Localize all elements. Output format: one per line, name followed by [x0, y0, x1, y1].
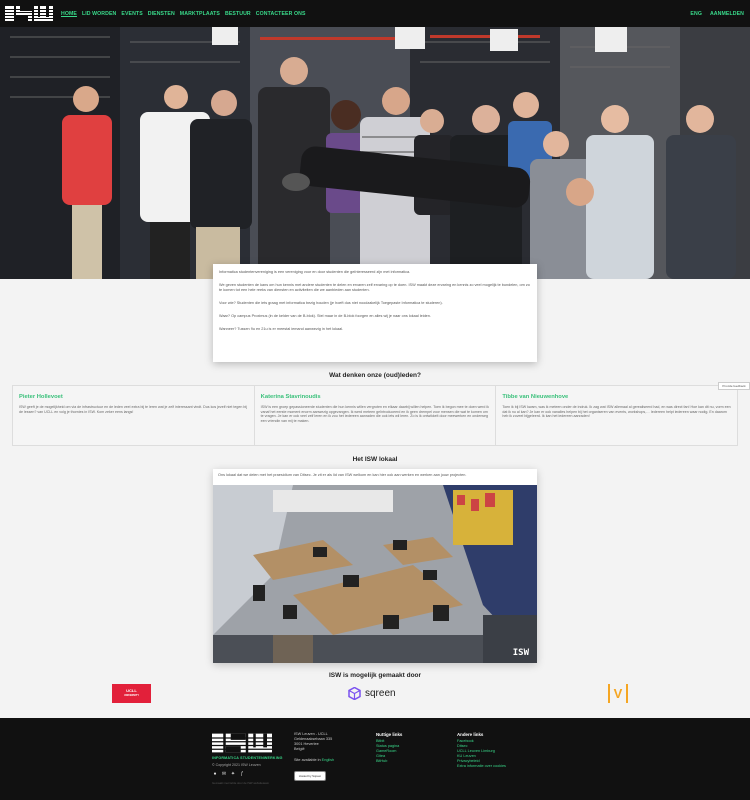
- nav-lid-worden[interactable]: LID WORDEN: [82, 11, 116, 17]
- intro-paragraph-3: Voor wie? Studenten die iets graag met i…: [219, 301, 443, 305]
- navbar: HOME LID WORDEN EVENTS DIENSTEN MARKTPLA…: [0, 0, 750, 27]
- lokaal-description: Ons lokaal dat we delen met het praesidi…: [218, 473, 467, 477]
- nav-diensten[interactable]: DIENSTEN: [148, 11, 175, 17]
- isw-logo-graphic: [5, 6, 53, 21]
- testimonial-text: Toen ik bij ISW kwam, was ik meteen onde…: [502, 405, 731, 419]
- footer-isw-logo[interactable]: [212, 732, 272, 759]
- andere-links-title: Andere links: [457, 732, 484, 737]
- nav-contacteer-ons[interactable]: CONTACTEER ONS: [256, 11, 306, 17]
- sponsors-title: ISW is mogelijk gemaakt door: [328, 672, 422, 679]
- isw-logo[interactable]: [5, 5, 55, 23]
- language-switch[interactable]: ENG: [690, 11, 702, 17]
- footer-copyright: © Copyright 2021 ISW Leuven: [212, 763, 261, 767]
- nav-right: ENG AANMELDEN: [690, 11, 744, 17]
- english-link[interactable]: English: [322, 758, 334, 762]
- github-icon[interactable]: ●: [212, 771, 218, 777]
- lokaal-room-illustration: [213, 485, 537, 663]
- sqreen-cube-icon: [348, 686, 361, 700]
- lokaal-card: Ons lokaal dat we delen met het praesidi…: [213, 469, 537, 663]
- intro-card: Informatica studentenvereniging is een v…: [213, 264, 537, 362]
- nav-events[interactable]: EVENTS: [121, 11, 142, 17]
- footer: INFORMATICA STUDENTENWERKING © Copyright…: [0, 718, 750, 800]
- email-icon[interactable]: ✉: [221, 771, 227, 777]
- intro-paragraph-4: Waar? Op campus Proximus (in de kelder v…: [219, 314, 431, 318]
- footer-andere-links: Andere links Facebook Ditsec UCLL Leuven…: [457, 732, 506, 769]
- photo-watermark: ISW: [512, 648, 529, 658]
- testimonial-text: ISW is een groep gepassioneerde studente…: [260, 405, 489, 423]
- intro-paragraph-1: Informatica studentenvereniging is een v…: [219, 270, 411, 274]
- social-icons: ● ✉ ✦ ƒ: [212, 771, 245, 777]
- testimonial-card: Tibbe van Nieuwenhove Toen ik bij ISW kw…: [496, 386, 737, 445]
- site-language-note: Site available in English: [294, 758, 334, 762]
- lokaal-photo: ISW: [213, 485, 537, 663]
- sqreen-logo-text: sqreen: [365, 687, 396, 699]
- testimonial-card: Katerina Stavrinoudis ISW is een groep g…: [255, 386, 497, 445]
- twitter-icon[interactable]: ✦: [230, 771, 236, 777]
- address-line: België: [294, 747, 305, 751]
- group-photo-illustration: [0, 27, 750, 279]
- footer-logo-graphic: [212, 733, 272, 753]
- nav-bestuur[interactable]: BESTUUR: [225, 11, 251, 17]
- footer-subtitle: INFORMATICA STUDENTENWERKING: [212, 756, 283, 760]
- intro-paragraph-2: We geven studenten de kans om hun kennis…: [219, 283, 530, 292]
- testimonials-title: Wat denken onze (oud)leden?: [329, 372, 421, 379]
- intro-paragraph-5: Wanneer? Tussen 9u en 21u is er meestal …: [219, 327, 344, 331]
- testimonial-name: Tibbe van Nieuwenhove: [502, 394, 569, 400]
- testimonial-card: Pieter Hollevoet ISW geeft je de mogelij…: [13, 386, 255, 445]
- nuttige-links-title: Nuttige links: [376, 732, 403, 737]
- facebook-icon[interactable]: ƒ: [239, 771, 245, 777]
- v-sponsor-logo[interactable]: V: [608, 684, 628, 703]
- footer-link[interactable]: BitHub: [376, 759, 402, 764]
- nav-marktplaats[interactable]: MARKTPLAATS: [180, 11, 220, 17]
- footer-nuttige-links: Nuttige links Bitbit Status pagina GameR…: [376, 732, 402, 764]
- footer-credits: Gemaakt met liefde door de ISW websitete…: [212, 781, 270, 785]
- testimonial-name: Katerina Stavrinoudis: [260, 394, 321, 400]
- nav-links: HOME LID WORDEN EVENTS DIENSTEN MARKTPLA…: [61, 11, 306, 17]
- nav-home[interactable]: HOME: [61, 11, 77, 17]
- testimonials: Pieter Hollevoet ISW geeft je de mogelij…: [12, 385, 738, 446]
- login-link[interactable]: AANMELDEN: [710, 11, 744, 17]
- ucll-logo-line2: UNIVERSITY: [123, 693, 139, 697]
- hero-group-photo: [0, 27, 750, 279]
- testimonial-name: Pieter Hollevoet: [19, 394, 63, 400]
- sqreen-logo[interactable]: sqreen: [348, 686, 396, 700]
- testimonial-text: ISW geeft je de mogelijkheid om via de i…: [19, 405, 247, 414]
- site-language-prefix: Site available in: [294, 758, 321, 762]
- footer-link[interactable]: Extra informatie over cookies: [457, 764, 506, 769]
- ucll-logo[interactable]: UCLL UNIVERSITY: [112, 684, 151, 703]
- lokaal-title: Het ISW lokaal: [352, 456, 398, 463]
- feedback-tab[interactable]: Provide feedback: [718, 382, 750, 390]
- footer-address: ISW Leuven - UCLL Geldenaaksebaan 335 30…: [294, 732, 332, 752]
- sqreen-badge[interactable]: Hosted by Sqreen: [294, 771, 326, 781]
